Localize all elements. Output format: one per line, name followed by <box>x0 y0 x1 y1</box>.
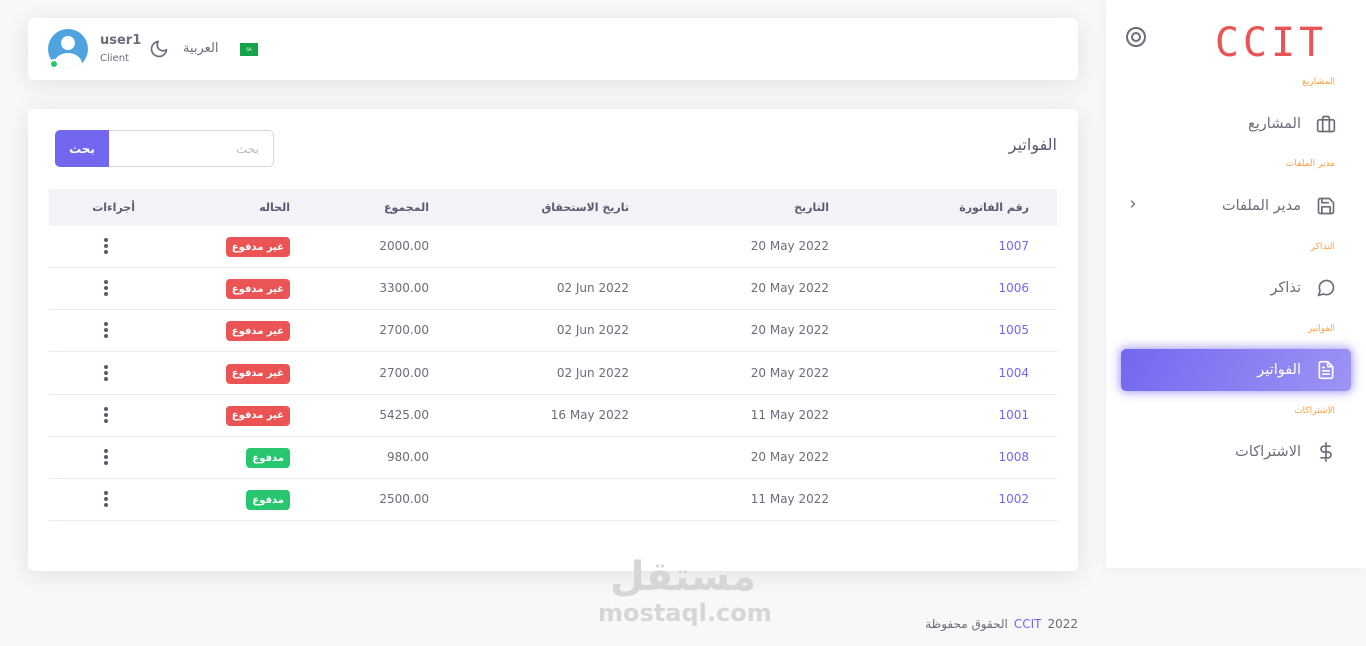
invoices-card: الفواتير بحث رقم الفاتورة التاريخ تاريخ … <box>28 109 1078 571</box>
table-row: 1006 20 May 2022 02 Jun 2022 3300.00 غير مدف… <box>49 268 1057 311</box>
save-icon <box>1315 195 1337 217</box>
sidebar-item-tickets[interactable]: تذاكر <box>1121 267 1351 309</box>
sidebar-collapse-icon[interactable] <box>1126 27 1146 47</box>
invoice-total: 3300.00 <box>379 281 429 296</box>
status-badge: مدفوع <box>246 448 290 468</box>
invoice-due-date: 02 Jun 2022 <box>556 281 629 296</box>
invoice-number-link[interactable]: 1008 <box>998 450 1029 464</box>
watermark: مستقل mostaql.com <box>598 554 772 627</box>
sidebar: CCIT المشاريع المشاريع مدير الملفات مدير… <box>1106 0 1366 568</box>
column-header-date[interactable]: التاريخ <box>794 201 829 214</box>
invoice-date: 20 May 2022 <box>750 281 829 296</box>
invoice-due-date: 16 May 2022 <box>550 407 629 422</box>
more-vertical-icon[interactable] <box>104 322 108 339</box>
more-vertical-icon[interactable] <box>104 491 108 508</box>
saudi-flag-icon[interactable]: SA <box>240 43 258 56</box>
invoice-total: 2500.00 <box>379 492 429 507</box>
sidebar-item-label: تذاكر <box>1270 280 1301 296</box>
column-header-status[interactable]: الحاله <box>259 201 290 214</box>
more-vertical-icon[interactable] <box>104 364 108 381</box>
section-label-invoices: الفواتير <box>1307 324 1335 334</box>
table-row: 1007 20 May 2022 2000.00 غير مدفوع <box>49 226 1057 268</box>
status-badge: غير مدفوع <box>225 363 290 384</box>
user-role: Client <box>100 53 129 64</box>
invoice-number-link[interactable]: 1004 <box>998 366 1029 380</box>
sidebar-item-subscriptions[interactable]: الاشتراكات <box>1121 431 1351 473</box>
column-header-invoice-number[interactable]: رقم الفاتورة <box>959 201 1029 214</box>
online-status-dot <box>49 59 59 69</box>
more-vertical-icon[interactable] <box>104 238 108 254</box>
footer-brand-link[interactable]: CCIT <box>1014 617 1042 631</box>
invoice-total: 2700.00 <box>379 365 429 380</box>
invoice-total: 2000.00 <box>379 239 429 253</box>
sidebar-item-invoices[interactable]: الفواتير <box>1121 349 1351 391</box>
sidebar-item-label: المشاريع <box>1248 116 1301 132</box>
status-badge: غير مدفوع <box>225 405 290 426</box>
invoice-date: 20 May 2022 <box>750 450 829 464</box>
status-badge: غير مدفوع <box>225 321 290 342</box>
section-label-file-manager: مدير الملفات <box>1285 159 1335 169</box>
table-row: 1002 11 May 2022 2500.00 مدفوع <box>49 479 1057 522</box>
table-header: رقم الفاتورة التاريخ تاريخ الاستحقاق الم… <box>49 189 1057 226</box>
moon-icon[interactable] <box>149 39 169 59</box>
sidebar-item-projects[interactable]: المشاريع <box>1121 103 1351 145</box>
more-vertical-icon[interactable] <box>104 406 108 423</box>
column-header-total[interactable]: المجموع <box>384 201 429 214</box>
table-row: 1008 20 May 2022 980.00 مدفوع <box>49 437 1057 479</box>
status-badge: مدفوع <box>246 490 290 511</box>
table-row: 1005 20 May 2022 02 Jun 2022 2700.00 غير مدف… <box>49 310 1057 353</box>
invoice-date: 11 May 2022 <box>750 407 829 422</box>
status-badge: غير مدفوع <box>225 237 290 257</box>
page-title: الفواتير <box>1008 135 1057 154</box>
search-group: بحث <box>55 130 274 167</box>
invoice-due-date: 02 Jun 2022 <box>556 365 629 380</box>
sidebar-item-file-manager[interactable]: مدير الملفات <box>1121 185 1351 227</box>
table-row: 1004 20 May 2022 02 Jun 2022 2700.00 غير مدف… <box>49 353 1057 395</box>
top-navbar: user1 Client العربية SA <box>28 18 1078 80</box>
invoice-date: 20 May 2022 <box>750 365 829 380</box>
column-header-actions: أجراءات <box>92 201 135 214</box>
section-label-projects: المشاريع <box>1302 77 1335 87</box>
invoice-due-date: 02 Jun 2022 <box>556 323 629 338</box>
watermark-latin: mostaql.com <box>598 599 772 627</box>
invoice-number-link[interactable]: 1006 <box>998 281 1029 295</box>
invoice-date: 20 May 2022 <box>750 323 829 338</box>
message-circle-icon <box>1315 277 1337 299</box>
invoice-date: 20 May 2022 <box>750 239 829 253</box>
more-vertical-icon[interactable] <box>104 280 108 297</box>
sidebar-item-label: مدير الملفات <box>1221 198 1301 214</box>
footer-rights: الحقوق محفوظة <box>925 617 1008 631</box>
sidebar-item-label: الفواتير <box>1257 362 1301 378</box>
invoice-total: 5425.00 <box>379 407 429 422</box>
invoice-number-link[interactable]: 1005 <box>998 323 1029 337</box>
invoice-date: 11 May 2022 <box>750 492 829 507</box>
table-row: 1001 11 May 2022 16 May 2022 5425.00 غير مدف… <box>49 395 1057 437</box>
section-label-subscriptions: الاشتراكات <box>1294 406 1335 416</box>
language-selector[interactable]: العربية <box>183 41 219 56</box>
briefcase-icon <box>1315 113 1337 135</box>
column-header-due-date[interactable]: تاريخ الاستحقاق <box>541 201 629 214</box>
invoice-total: 2700.00 <box>379 323 429 338</box>
invoice-number-link[interactable]: 1007 <box>998 239 1029 253</box>
more-vertical-icon[interactable] <box>104 449 108 465</box>
invoice-total: 980.00 <box>387 450 429 464</box>
chevron-left-icon <box>1127 198 1139 214</box>
search-button[interactable]: بحث <box>55 130 109 167</box>
invoice-number-link[interactable]: 1002 <box>998 492 1029 506</box>
brand-logo[interactable]: CCIT <box>1206 18 1336 68</box>
file-text-icon <box>1315 359 1337 381</box>
status-badge: غير مدفوع <box>225 279 290 300</box>
footer: 2022 CCIT الحقوق محفوظة <box>925 617 1078 631</box>
footer-year: 2022 <box>1047 617 1078 631</box>
user-name[interactable]: user1 <box>100 33 141 48</box>
sidebar-item-label: الاشتراكات <box>1235 444 1301 460</box>
invoice-number-link[interactable]: 1001 <box>998 408 1029 422</box>
watermark-arabic: مستقل <box>609 554 757 600</box>
dollar-sign-icon <box>1315 441 1337 463</box>
search-input[interactable] <box>109 130 274 167</box>
section-label-tickets: التذاكر <box>1310 242 1335 252</box>
